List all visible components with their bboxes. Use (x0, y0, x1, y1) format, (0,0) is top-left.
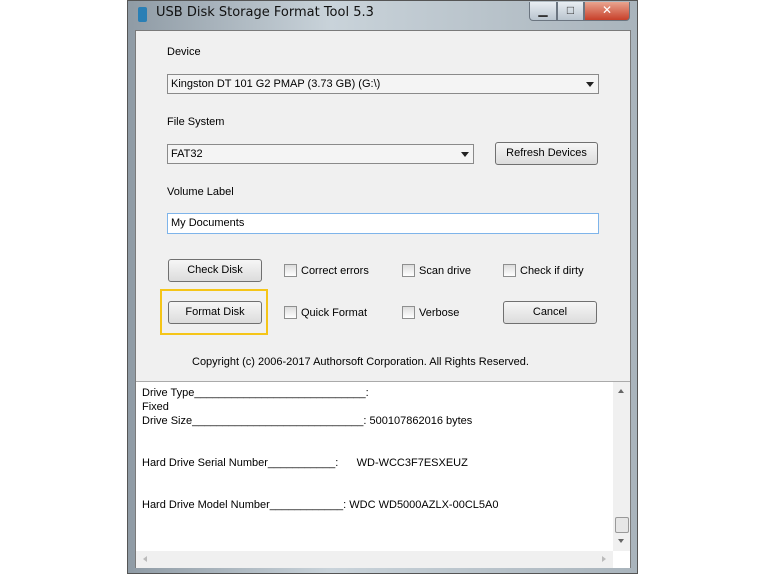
maximize-button[interactable]: □ (557, 2, 584, 21)
scroll-thumb[interactable] (615, 517, 629, 533)
refresh-devices-button[interactable]: Refresh Devices (495, 142, 598, 165)
checkbox-label: Correct errors (301, 264, 369, 277)
cancel-button[interactable]: Cancel (503, 301, 597, 324)
checkbox-label: Check if dirty (520, 264, 584, 277)
volume-label-input[interactable]: My Documents (167, 213, 599, 234)
scan-drive-checkbox[interactable]: Scan drive (402, 264, 471, 277)
checkbox-label: Quick Format (301, 306, 368, 319)
log-line: Fixed (142, 401, 169, 413)
checkbox-label: Scan drive (419, 264, 471, 277)
filesystem-value: FAT32 (171, 148, 203, 160)
minimize-button[interactable]: ▁ (529, 2, 557, 21)
log-line: Drive Size____________________________: … (142, 415, 473, 427)
verbose-checkbox[interactable]: Verbose (402, 306, 459, 319)
device-select[interactable]: Kingston DT 101 G2 PMAP (3.73 GB) (G:\) (167, 74, 599, 94)
chevron-down-icon (586, 82, 594, 87)
check-disk-button[interactable]: Check Disk (168, 259, 262, 282)
log-line: Hard Drive Serial Number___________: WD-… (142, 457, 468, 469)
checkbox-box (503, 264, 516, 277)
checkbox-box (402, 306, 415, 319)
checkbox-box (284, 264, 297, 277)
format-disk-button[interactable]: Format Disk (168, 301, 262, 324)
scroll-left-icon[interactable] (140, 556, 147, 562)
checkbox-box (284, 306, 297, 319)
log-line: Drive Type____________________________: (142, 387, 369, 399)
filesystem-label: File System (167, 116, 225, 128)
scroll-up-icon[interactable] (618, 386, 624, 393)
vertical-scrollbar[interactable] (613, 382, 630, 551)
close-button[interactable]: ✕ (584, 2, 630, 21)
window-title: USB Disk Storage Format Tool 5.3 (156, 5, 374, 20)
checkbox-label: Verbose (419, 306, 460, 319)
device-label: Device (167, 46, 201, 58)
device-value: Kingston DT 101 G2 PMAP (3.73 GB) (G:\) (171, 78, 381, 90)
check-if-dirty-checkbox[interactable]: Check if dirty (503, 264, 584, 277)
checkbox-box (402, 264, 415, 277)
horizontal-scrollbar[interactable] (136, 551, 613, 568)
chevron-down-icon (461, 152, 469, 157)
quick-format-checkbox[interactable]: Quick Format (284, 306, 367, 319)
log-output[interactable]: Drive Type____________________________: … (136, 381, 630, 568)
scroll-down-icon[interactable] (618, 539, 624, 546)
app-window: USB Disk Storage Format Tool 5.3 ▁ □ ✕ D… (127, 0, 638, 574)
filesystem-select[interactable]: FAT32 (167, 144, 474, 164)
volume-label-label: Volume Label (167, 186, 234, 198)
correct-errors-checkbox[interactable]: Correct errors (284, 264, 369, 277)
usb-icon (138, 7, 147, 22)
copyright-text: Copyright (c) 2006-2017 Authorsoft Corpo… (192, 356, 529, 368)
scroll-right-icon[interactable] (602, 556, 609, 562)
client-area: Device Kingston DT 101 G2 PMAP (3.73 GB)… (135, 30, 631, 568)
log-line: Hard Drive Model Number____________: WDC… (142, 499, 499, 511)
